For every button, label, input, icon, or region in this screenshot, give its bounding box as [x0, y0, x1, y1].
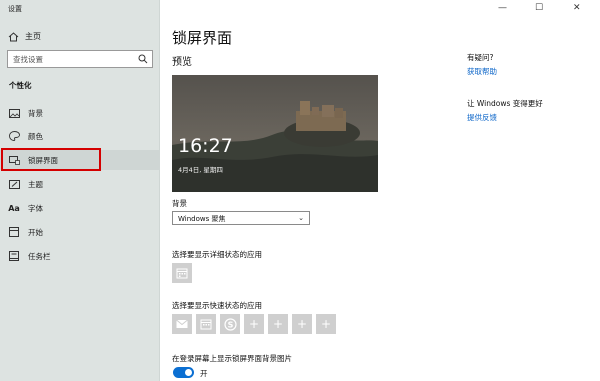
- section-title: 个性化: [9, 81, 32, 90]
- sidebar-item-label: 主题: [28, 179, 43, 189]
- improve-windows-label: 让 Windows 变得更好: [467, 99, 543, 108]
- plus-icon: +: [320, 317, 332, 331]
- search-input[interactable]: 查找设置: [7, 50, 153, 68]
- mail-icon: [176, 319, 188, 329]
- close-button[interactable]: ✕: [573, 3, 581, 13]
- quick-app-add-tile[interactable]: +: [244, 314, 264, 334]
- image-icon: [8, 108, 20, 118]
- lock-screen-preview: 16:27 4月4日, 星期四: [172, 75, 378, 192]
- search-placeholder: 查找设置: [13, 55, 43, 64]
- skype-icon: S: [223, 317, 237, 331]
- background-dropdown[interactable]: Windows 聚焦 ⌄: [172, 211, 310, 225]
- sidebar-item-label: 任务栏: [28, 251, 51, 261]
- window-title: 设置: [8, 5, 22, 13]
- preview-time: 16:27: [178, 135, 233, 157]
- plus-icon: +: [272, 317, 284, 331]
- background-dropdown-value: Windows 聚焦: [178, 215, 226, 223]
- home-label: 主页: [25, 32, 41, 41]
- home-icon: [8, 31, 20, 42]
- plus-icon: +: [296, 317, 308, 331]
- detail-app-calendar-tile[interactable]: [172, 263, 192, 283]
- quick-app-add-tile[interactable]: +: [316, 314, 336, 334]
- plus-icon: +: [248, 317, 260, 331]
- calendar-icon: [200, 318, 212, 330]
- palette-icon: [8, 131, 20, 141]
- sidebar-item-colors[interactable]: 颜色: [0, 126, 160, 146]
- sidebar-item-label: 背景: [28, 108, 43, 118]
- sidebar-item-background[interactable]: 背景: [0, 103, 160, 123]
- home-nav[interactable]: 主页: [8, 31, 41, 42]
- toggle-knob: [185, 369, 192, 376]
- quick-status-label: 选择要显示快速状态的应用: [172, 301, 262, 310]
- page-title: 锁屏界面: [172, 29, 233, 47]
- get-help-link[interactable]: 获取帮助: [467, 66, 497, 77]
- search-icon: [138, 54, 148, 64]
- signin-background-toggle[interactable]: [173, 367, 194, 378]
- help-question: 有疑问?: [467, 53, 494, 62]
- start-icon: [8, 227, 20, 237]
- sidebar-item-label: 开始: [28, 227, 43, 237]
- minimize-button[interactable]: —: [498, 3, 507, 13]
- toggle-state-label: 开: [200, 369, 208, 378]
- font-icon: Aa: [8, 203, 20, 213]
- chevron-down-icon: ⌄: [298, 214, 304, 222]
- detail-status-label: 选择要显示详细状态的应用: [172, 250, 262, 259]
- background-label: 背景: [172, 199, 187, 208]
- quick-app-mail-tile[interactable]: [172, 314, 192, 334]
- sidebar-item-start[interactable]: 开始: [0, 222, 160, 242]
- quick-app-add-tile[interactable]: +: [292, 314, 312, 334]
- sidebar-item-fonts[interactable]: Aa 字体: [0, 198, 160, 218]
- quick-app-skype-tile[interactable]: S: [220, 314, 240, 334]
- brush-icon: [8, 179, 20, 189]
- sidebar: 设置 主页 查找设置 个性化 背景 颜色 锁屏界面 主题 Aa 字体 开始 任务…: [0, 0, 160, 381]
- quick-app-add-tile[interactable]: +: [268, 314, 288, 334]
- sidebar-item-taskbar[interactable]: 任务栏: [0, 246, 160, 266]
- sidebar-item-label: 颜色: [28, 131, 43, 141]
- selection-highlight-box: [1, 148, 101, 171]
- feedback-link[interactable]: 提供反馈: [467, 112, 497, 123]
- preview-label: 预览: [172, 57, 192, 68]
- preview-date: 4月4日, 星期四: [178, 166, 223, 174]
- maximize-button[interactable]: ☐: [535, 3, 543, 13]
- sidebar-item-themes[interactable]: 主题: [0, 174, 160, 194]
- preview-landscape-image: [172, 75, 378, 192]
- calendar-icon: [176, 267, 188, 279]
- signin-background-label: 在登录屏幕上显示锁屏界面背景图片: [172, 354, 292, 363]
- svg-text:S: S: [227, 320, 233, 329]
- main-panel: — ☐ ✕ 锁屏界面 预览 16:27 4月4日, 星期四 背景 Windows…: [160, 0, 600, 381]
- taskbar-icon: [8, 251, 20, 261]
- sidebar-item-label: 字体: [28, 203, 43, 213]
- quick-app-calendar-tile[interactable]: [196, 314, 216, 334]
